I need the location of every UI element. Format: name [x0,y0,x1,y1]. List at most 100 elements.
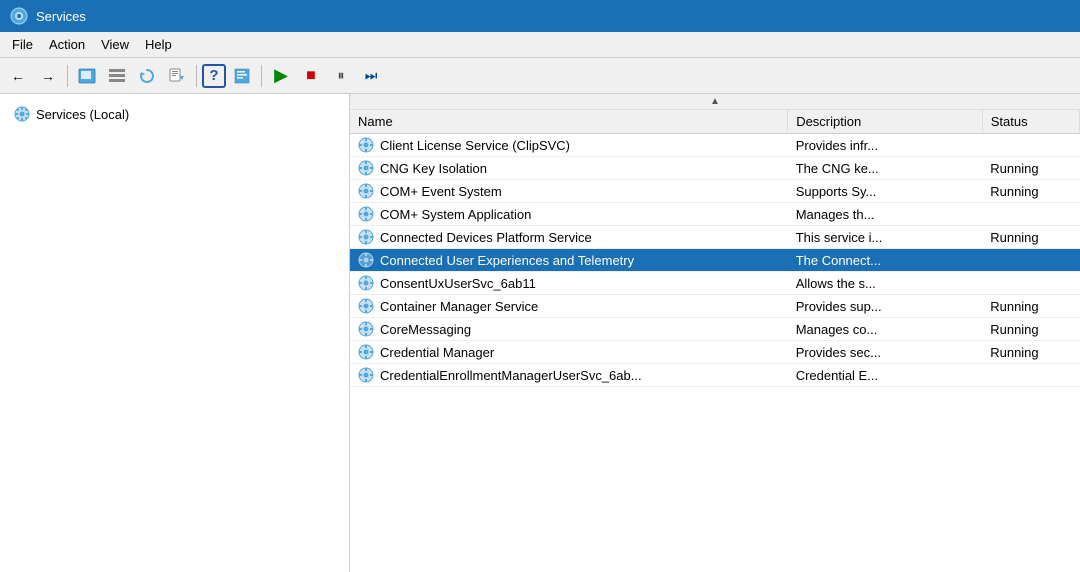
service-status-text: Running [982,341,1079,364]
toolbar-sep-2 [196,65,197,87]
service-description-text: Provides infr... [788,134,983,157]
service-name-text: COM+ Event System [380,184,502,199]
service-gear-icon [358,344,374,360]
toolbar-sep-3 [261,65,262,87]
service-gear-icon [358,275,374,291]
table-header-row: Name Description Status [350,110,1080,134]
toolbar: ← → ? [0,58,1080,94]
service-name-cell: CoreMessaging [350,318,788,341]
service-name-cell: Connected Devices Platform Service [350,226,788,249]
service-status-text [982,134,1079,157]
details-view-button[interactable] [103,62,131,90]
table-row[interactable]: Connected Devices Platform Service This s… [350,226,1080,249]
services-table: Name Description Status Client License S… [350,110,1080,387]
service-name-cell: Credential Manager [350,341,788,364]
service-name-cell: COM+ System Application [350,203,788,226]
service-status-text [982,364,1079,387]
left-pane: Services (Local) [0,94,350,572]
service-gear-icon [358,321,374,337]
service-description-text: This service i... [788,226,983,249]
service-description-text: Allows the s... [788,272,983,295]
service-status-text: Running [982,318,1079,341]
service-gear-icon [358,367,374,383]
service-name-cell: Container Manager Service [350,295,788,318]
table-row[interactable]: ConsentUxUserSvc_6ab11 Allows the s... [350,272,1080,295]
service-gear-icon [358,137,374,153]
refresh-button[interactable] [133,62,161,90]
help-button[interactable]: ? [202,64,226,88]
col-header-name[interactable]: Name [350,110,788,134]
table-row[interactable]: CoreMessaging Manages co...Running [350,318,1080,341]
table-row[interactable]: Client License Service (ClipSVC) Provides… [350,134,1080,157]
service-name-text: Connected Devices Platform Service [380,230,592,245]
service-name-text: ConsentUxUserSvc_6ab11 [380,276,536,291]
col-header-description[interactable]: Description [788,110,983,134]
service-name-text: CNG Key Isolation [380,161,487,176]
service-gear-icon [358,183,374,199]
table-row[interactable]: Container Manager Service Provides sup...… [350,295,1080,318]
window-title: Services [36,9,86,24]
table-row[interactable]: COM+ Event SystemSupports Sy...Running [350,180,1080,203]
restart-service-button[interactable]: ⏭ [357,62,385,90]
properties-icon [234,68,250,84]
main-content: Services (Local) ▲ Name Description Stat… [0,94,1080,572]
service-status-text [982,203,1079,226]
service-gear-icon [358,160,374,176]
details-icon [108,68,126,84]
services-local-item[interactable]: Services (Local) [8,102,341,126]
service-description-text: Manages th... [788,203,983,226]
service-name-text: Credential Manager [380,345,494,360]
pause-service-button[interactable]: ⏸ [327,62,355,90]
col-header-status[interactable]: Status [982,110,1079,134]
service-name-cell: CNG Key Isolation [350,157,788,180]
service-description-text: Manages co... [788,318,983,341]
services-local-icon [14,106,30,122]
properties-button[interactable] [228,62,256,90]
back-button[interactable]: ← [4,62,32,90]
service-name-text: COM+ System Application [380,207,531,222]
menu-view[interactable]: View [93,35,137,54]
service-name-cell: Client License Service (ClipSVC) [350,134,788,157]
service-gear-icon [358,252,374,268]
service-description-text: Supports Sy... [788,180,983,203]
title-bar: Services [0,0,1080,32]
service-name-cell: CredentialEnrollmentManagerUserSvc_6ab..… [350,364,788,387]
refresh-icon [139,68,155,84]
toolbar-sep-1 [67,65,68,87]
service-description-text: The CNG ke... [788,157,983,180]
app-icon [10,7,28,25]
table-row[interactable]: CredentialEnrollmentManagerUserSvc_6ab..… [350,364,1080,387]
stop-service-button[interactable]: ■ [297,62,325,90]
service-name-cell: Connected User Experiences and Telemetry [350,249,788,272]
forward-button[interactable]: → [34,62,62,90]
service-name-text: Connected User Experiences and Telemetry [380,253,634,268]
export-button[interactable] [163,62,191,90]
service-description-text: Credential E... [788,364,983,387]
collapse-bar[interactable]: ▲ [350,94,1080,110]
menu-help[interactable]: Help [137,35,180,54]
service-status-text: Running [982,226,1079,249]
menu-action[interactable]: Action [41,35,93,54]
menu-bar: File Action View Help [0,32,1080,58]
service-name-text: Client License Service (ClipSVC) [380,138,570,153]
service-status-text [982,249,1079,272]
table-row[interactable]: CNG Key Isolation The CNG ke...Running [350,157,1080,180]
service-name-text: CoreMessaging [380,322,471,337]
start-service-button[interactable]: ▶ [267,62,295,90]
table-row[interactable]: Credential ManagerProvides sec...Running [350,341,1080,364]
right-pane: ▲ Name Description Status Client License… [350,94,1080,572]
service-name-text: Container Manager Service [380,299,538,314]
service-description-text: Provides sup... [788,295,983,318]
service-gear-icon [358,298,374,314]
service-name-cell: COM+ Event System [350,180,788,203]
table-row[interactable]: COM+ System Application Manages th... [350,203,1080,226]
table-row[interactable]: Connected User Experiences and Telemetry… [350,249,1080,272]
service-status-text: Running [982,295,1079,318]
menu-file[interactable]: File [4,35,41,54]
service-gear-icon [358,229,374,245]
service-status-text: Running [982,157,1079,180]
service-description-text: The Connect... [788,249,983,272]
services-table-container[interactable]: Name Description Status Client License S… [350,110,1080,572]
console-view-button[interactable] [73,62,101,90]
service-name-text: CredentialEnrollmentManagerUserSvc_6ab..… [380,368,642,383]
